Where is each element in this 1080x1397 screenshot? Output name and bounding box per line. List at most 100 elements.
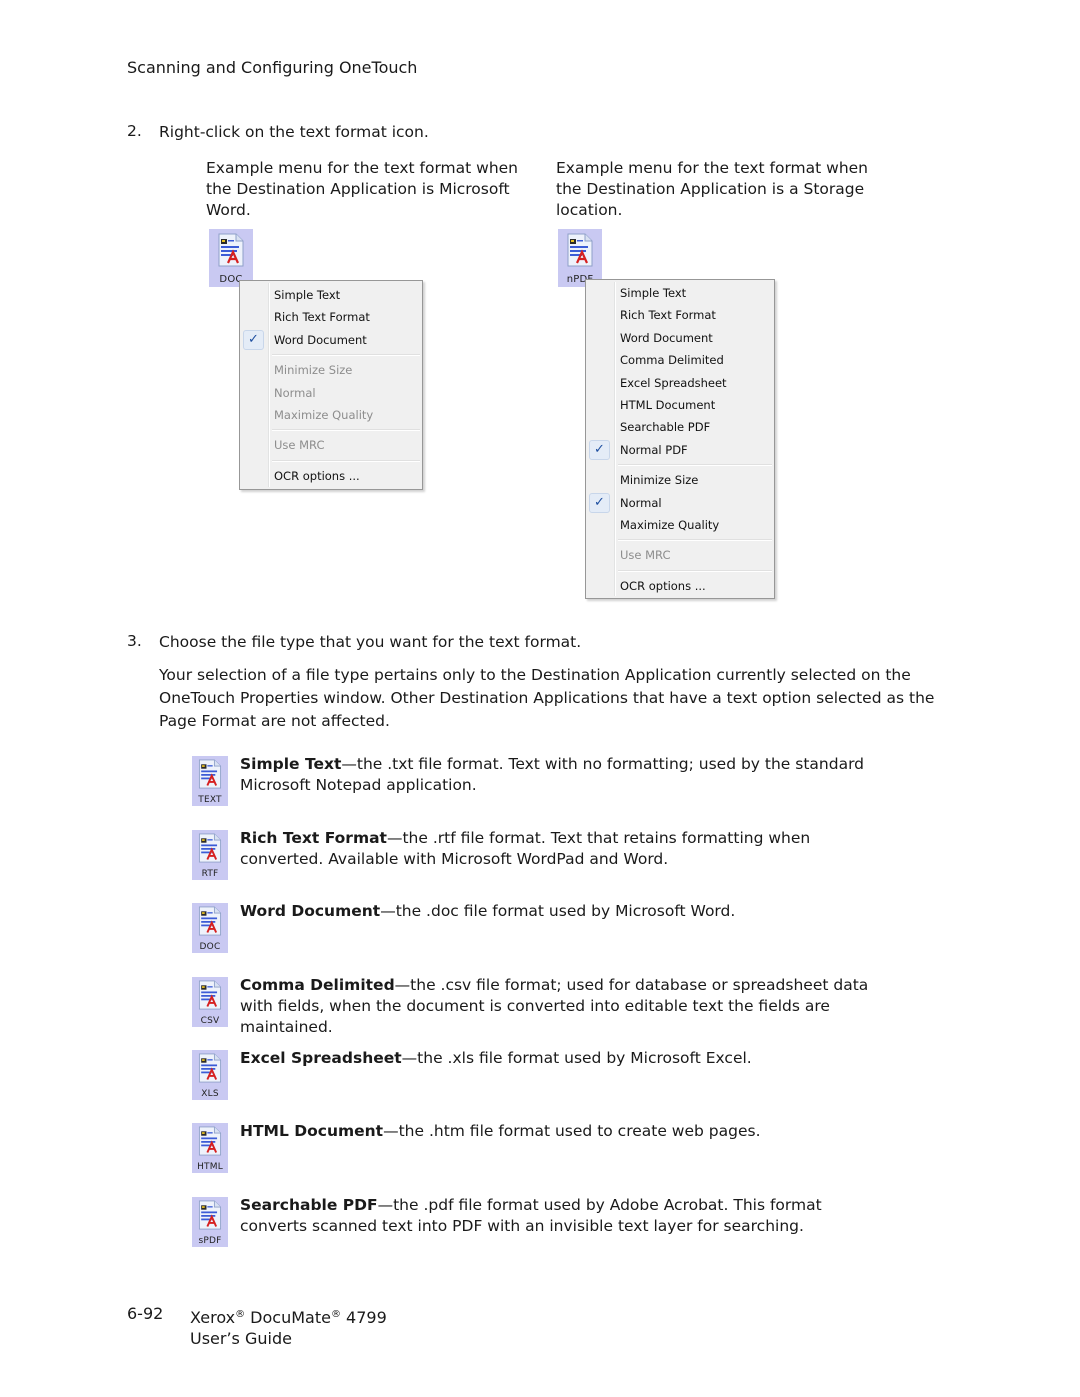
format-name: Rich Text Format (240, 829, 387, 847)
step-3-note: Your selection of a file type pertains o… (159, 666, 935, 730)
menu-item-normal: Normal (240, 382, 422, 404)
footer-product-name: DocuMate (250, 1308, 331, 1327)
menu-item-minimize-size[interactable]: Minimize Size (586, 469, 774, 491)
menu-item-normal[interactable]: ✓ Normal (586, 492, 774, 514)
icon-label: DOC (199, 942, 221, 952)
menu-item-simple-text[interactable]: Simple Text (240, 284, 422, 306)
format-detail: —the .htm file format used to create web… (383, 1122, 761, 1140)
menu-item-ocr-options[interactable]: OCR options ... (240, 465, 422, 487)
menu-item-label: Simple Text (274, 288, 341, 302)
checkmark-icon: ✓ (589, 492, 610, 513)
format-icon-doc: DOC (192, 903, 228, 953)
icon-label: HTML (197, 1162, 223, 1172)
menu-item-label: OCR options ... (620, 578, 706, 593)
format-description: Excel Spreadsheet—the .xls file format u… (240, 1048, 880, 1069)
menu-item-use-mrc: Use MRC (586, 544, 774, 566)
registered-mark: ® (235, 1309, 246, 1320)
menu-item-label: Word Document (274, 332, 367, 347)
format-description: Comma Delimited—the .csv file format; us… (240, 975, 880, 1038)
menu-item-label: Word Document (620, 330, 713, 345)
footer-model: 4799 (346, 1308, 387, 1327)
menu-item-normal-pdf[interactable]: ✓ Normal PDF (586, 439, 774, 461)
menu-item-html-document[interactable]: HTML Document (586, 394, 774, 416)
menu-item-rich-text-format[interactable]: Rich Text Format (586, 304, 774, 326)
menu-item-word-document[interactable]: ✓ Word Document (240, 329, 422, 351)
menu-item-word-document[interactable]: Word Document (586, 327, 774, 349)
format-description: Word Document—the .doc file format used … (240, 901, 880, 922)
icon-label: CSV (200, 1016, 220, 1026)
checkmark-icon: ✓ (589, 439, 610, 460)
menu-item-ocr-options[interactable]: OCR options ... (586, 575, 774, 597)
registered-mark: ® (330, 1309, 341, 1320)
text-format-file-icon[interactable]: DOC (209, 229, 253, 287)
format-name: Comma Delimited (240, 976, 395, 994)
format-icon-xls: XLS (192, 1050, 228, 1100)
menu-item-label: Minimize Size (620, 473, 699, 488)
menu-item-minimize-size: Minimize Size (240, 359, 422, 381)
menu-item-comma-delimited[interactable]: Comma Delimited (586, 349, 774, 371)
menu-item-use-mrc: Use MRC (240, 434, 422, 456)
menu-separator (586, 536, 774, 544)
format-icon-rtf: RTF (192, 830, 228, 880)
running-header: Scanning and Configuring OneTouch (127, 58, 418, 77)
step-3-number: 3. (127, 632, 142, 650)
document-page-glyph (198, 980, 222, 1010)
format-name: HTML Document (240, 1122, 384, 1140)
document-page-glyph (218, 233, 244, 267)
format-description: Searchable PDF—the .pdf file format used… (240, 1195, 880, 1237)
menu-item-label: HTML Document (620, 397, 716, 412)
context-menu-storage: Simple Text Rich Text Format Word Document… (585, 279, 775, 599)
step-3-text: Choose the file type that you want for t… (159, 633, 582, 651)
menu-item-maximize-quality[interactable]: Maximize Quality (586, 514, 774, 536)
format-icon-csv: CSV (192, 977, 228, 1027)
format-name: Searchable PDF (240, 1196, 378, 1214)
document-page-glyph (567, 233, 593, 267)
menu-separator (240, 351, 422, 359)
menu-item-label: Normal PDF (620, 442, 688, 457)
format-name: Excel Spreadsheet (240, 1049, 402, 1067)
menu-item-label: Normal (620, 495, 662, 510)
format-description: HTML Document—the .htm file format used … (240, 1121, 880, 1142)
footer-brand: Xerox (190, 1308, 236, 1327)
format-name: Simple Text (240, 755, 342, 773)
menu-item-label: Maximize Quality (274, 407, 374, 422)
menu-item-label: Comma Delimited (620, 353, 724, 368)
step-2-text: Right-click on the text format icon. (159, 123, 429, 141)
format-detail: —the .xls file format used by Microsoft … (401, 1049, 752, 1067)
menu-item-label: Normal (274, 385, 316, 400)
menu-item-rich-text-format[interactable]: Rich Text Format (240, 306, 422, 328)
menu-item-maximize-quality: Maximize Quality (240, 404, 422, 426)
format-icon-spdf: sPDF (192, 1197, 228, 1247)
icon-label: XLS (201, 1089, 219, 1099)
step-2-number: 2. (127, 122, 142, 140)
menu-item-excel-spreadsheet[interactable]: Excel Spreadsheet (586, 372, 774, 394)
page-number: 6-92 (127, 1304, 164, 1323)
document-page-glyph (198, 1053, 222, 1083)
menu-separator (240, 426, 422, 434)
menu-item-simple-text[interactable]: Simple Text (586, 282, 774, 304)
context-menu-word: Simple Text Rich Text Format ✓ Word Documen… (239, 280, 423, 490)
menu-item-label: Simple Text (620, 286, 687, 300)
menu-item-label: Excel Spreadsheet (620, 375, 727, 390)
document-page-glyph (198, 1126, 222, 1156)
format-description: Simple Text—the .txt file format. Text w… (240, 754, 880, 796)
footer-guide: User’s Guide (190, 1329, 292, 1348)
caption-storage-menu: Example menu for the text format when th… (556, 159, 869, 219)
format-name: Word Document (240, 902, 381, 920)
icon-label: sPDF (198, 1236, 222, 1246)
menu-item-label: Rich Text Format (620, 308, 716, 323)
document-page-glyph (198, 759, 222, 789)
menu-separator (586, 567, 774, 575)
checkmark-icon: ✓ (243, 329, 264, 350)
caption-word-menu: Example menu for the text format when th… (206, 159, 519, 219)
menu-separator (240, 457, 422, 465)
menu-item-searchable-pdf[interactable]: Searchable PDF (586, 416, 774, 438)
menu-item-label: Use MRC (620, 548, 671, 563)
format-icon-text: TEXT (192, 756, 228, 806)
icon-label: TEXT (198, 795, 222, 805)
menu-item-label: OCR options ... (274, 468, 360, 483)
menu-item-label: Minimize Size (274, 363, 353, 378)
document-page-glyph (198, 1200, 222, 1230)
document-page-glyph (198, 833, 222, 863)
format-detail: —the .doc file format used by Microsoft … (380, 902, 736, 920)
